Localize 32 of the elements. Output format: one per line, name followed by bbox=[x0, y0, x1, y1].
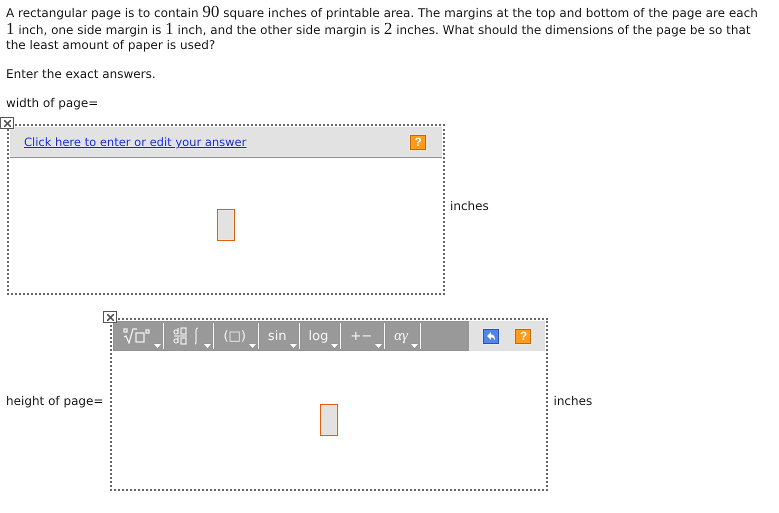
unit-label: inches bbox=[450, 199, 489, 213]
answer-editor[interactable]: Click here to enter or edit your answer ? bbox=[7, 124, 445, 295]
close-icon bbox=[106, 314, 114, 320]
radical-icon bbox=[123, 328, 152, 344]
undo-button[interactable] bbox=[483, 328, 500, 344]
answer-label: width of page= bbox=[6, 96, 98, 111]
close-button[interactable] bbox=[103, 311, 118, 323]
tool-menu-button[interactable]: +− bbox=[346, 323, 386, 349]
question-text: A rectangular page is to contain 90 square inches of printable area. The margins at the top and bottom of the page are each 1 inch, one side margin is 1 inch, and the other side margin is 2 inches. What should the dimensions of the page be so that the least amount of paper is used? bbox=[6, 4, 759, 53]
caret-icon bbox=[204, 344, 212, 348]
caret-icon bbox=[410, 344, 418, 348]
caret-icon bbox=[248, 344, 256, 348]
help-button[interactable]: ? bbox=[515, 328, 532, 344]
edit-answer-link[interactable]: Click here to enter or edit your answer bbox=[24, 135, 246, 149]
tool-menu-button[interactable]: αγ bbox=[390, 323, 421, 349]
answer-editor[interactable]: (□) sin log +− αγ ? bbox=[110, 318, 548, 491]
answer-input-field[interactable] bbox=[217, 209, 235, 241]
tool-menu-button[interactable]: sin bbox=[264, 323, 300, 349]
close-icon bbox=[4, 120, 10, 126]
caret-icon bbox=[154, 344, 162, 348]
tool-menu-button[interactable]: (□) bbox=[219, 323, 259, 349]
undo-icon bbox=[486, 332, 496, 340]
tool-menu-button[interactable]: log bbox=[304, 323, 342, 349]
answer-input-field[interactable] bbox=[320, 404, 338, 436]
caret-icon bbox=[290, 344, 297, 348]
unit-label: inches bbox=[553, 394, 592, 408]
caret-icon bbox=[375, 344, 382, 348]
caret-icon bbox=[331, 344, 338, 348]
close-button[interactable] bbox=[0, 117, 14, 129]
instruction-text: Enter the exact answers. bbox=[6, 67, 157, 82]
answer-label: height of page= bbox=[6, 394, 104, 408]
help-button[interactable]: ? bbox=[410, 134, 426, 150]
